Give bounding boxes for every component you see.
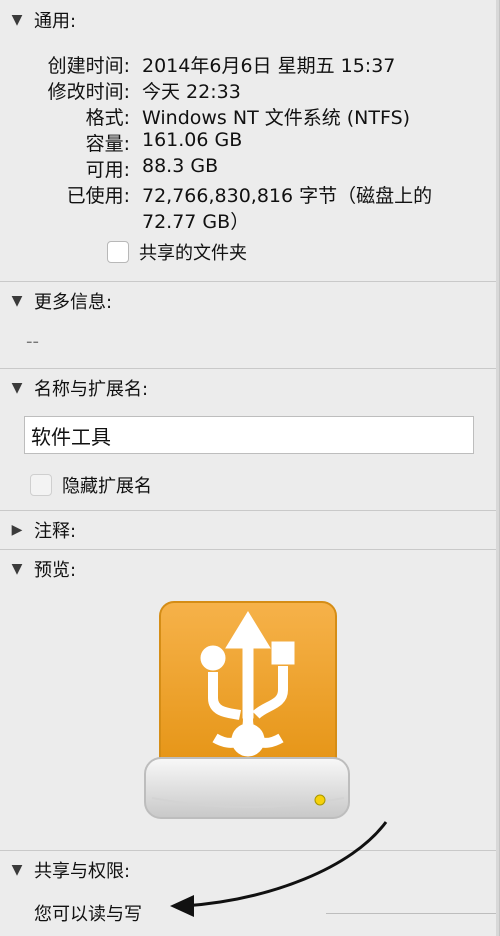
footer-line bbox=[326, 913, 496, 914]
section-preview-header[interactable]: ▼ 预览: bbox=[0, 549, 496, 588]
disclosure-triangle-icon[interactable]: ▼ bbox=[0, 12, 34, 28]
capacity-value: 161.06 GB bbox=[142, 129, 243, 151]
modified-value: 今天 22:33 bbox=[142, 81, 241, 103]
modified-label: 修改时间: bbox=[47, 81, 130, 103]
preview-area bbox=[144, 601, 350, 819]
section-more-info-header[interactable]: ▼ 更多信息: bbox=[0, 281, 496, 320]
disclosure-triangle-icon[interactable]: ▼ bbox=[0, 380, 34, 396]
available-value: 88.3 GB bbox=[142, 155, 219, 177]
section-title: 预览: bbox=[34, 560, 77, 581]
section-title: 更多信息: bbox=[34, 292, 113, 313]
section-sharing-header[interactable]: ▼ 共享与权限: bbox=[0, 850, 496, 889]
section-title: 通用: bbox=[34, 11, 77, 32]
used-row-2: 72.77 GB） bbox=[142, 207, 490, 234]
available-label: 可用: bbox=[85, 159, 130, 181]
modified-row: 修改时间: 今天 22:33 bbox=[20, 77, 490, 104]
shared-folder-option: 共享的文件夹 bbox=[107, 239, 247, 265]
section-name-ext-header[interactable]: ▼ 名称与扩展名: bbox=[0, 368, 496, 407]
section-title: 共享与权限: bbox=[34, 861, 131, 882]
disclosure-triangle-icon[interactable]: ▼ bbox=[0, 561, 34, 577]
disclosure-triangle-icon[interactable]: ▶ bbox=[0, 522, 34, 538]
created-label: 创建时间: bbox=[47, 55, 130, 77]
hide-extension-option: 隐藏扩展名 bbox=[30, 472, 152, 498]
hide-extension-checkbox[interactable] bbox=[30, 474, 52, 496]
permission-text: 您可以读与写 bbox=[34, 904, 142, 925]
used-row: 已使用: 72,766,830,816 字节（磁盘上的 bbox=[20, 181, 490, 208]
format-value: Windows NT 文件系统 (NTFS) bbox=[142, 107, 411, 129]
created-row: 创建时间: 2014年6月6日 星期五 15:37 bbox=[20, 51, 490, 78]
format-label: 格式: bbox=[85, 107, 130, 129]
hide-extension-label: 隐藏扩展名 bbox=[62, 476, 152, 497]
shared-folder-label: 共享的文件夹 bbox=[139, 243, 247, 264]
capacity-row: 容量: 161.06 GB bbox=[20, 129, 490, 156]
name-field[interactable]: 软件工具 bbox=[24, 416, 474, 454]
section-comments-header[interactable]: ▶ 注释: bbox=[0, 510, 496, 549]
shared-folder-checkbox[interactable] bbox=[107, 241, 129, 263]
capacity-label: 容量: bbox=[85, 133, 130, 155]
section-title: 注释: bbox=[34, 521, 77, 542]
disclosure-triangle-icon[interactable]: ▼ bbox=[0, 293, 34, 309]
name-field-value: 软件工具 bbox=[31, 424, 111, 449]
format-row: 格式: Windows NT 文件系统 (NTFS) bbox=[20, 103, 490, 130]
used-value-line2: 72.77 GB） bbox=[142, 211, 250, 233]
section-title: 名称与扩展名: bbox=[34, 379, 149, 400]
used-label: 已使用: bbox=[66, 185, 130, 207]
section-general-header[interactable]: ▼ 通用: bbox=[0, 0, 496, 40]
used-value-line1: 72,766,830,816 字节（磁盘上的 bbox=[142, 185, 433, 207]
more-info-placeholder: -- bbox=[26, 331, 39, 352]
created-value: 2014年6月6日 星期五 15:37 bbox=[142, 55, 396, 77]
disclosure-triangle-icon[interactable]: ▼ bbox=[0, 862, 34, 878]
available-row: 可用: 88.3 GB bbox=[20, 155, 490, 182]
